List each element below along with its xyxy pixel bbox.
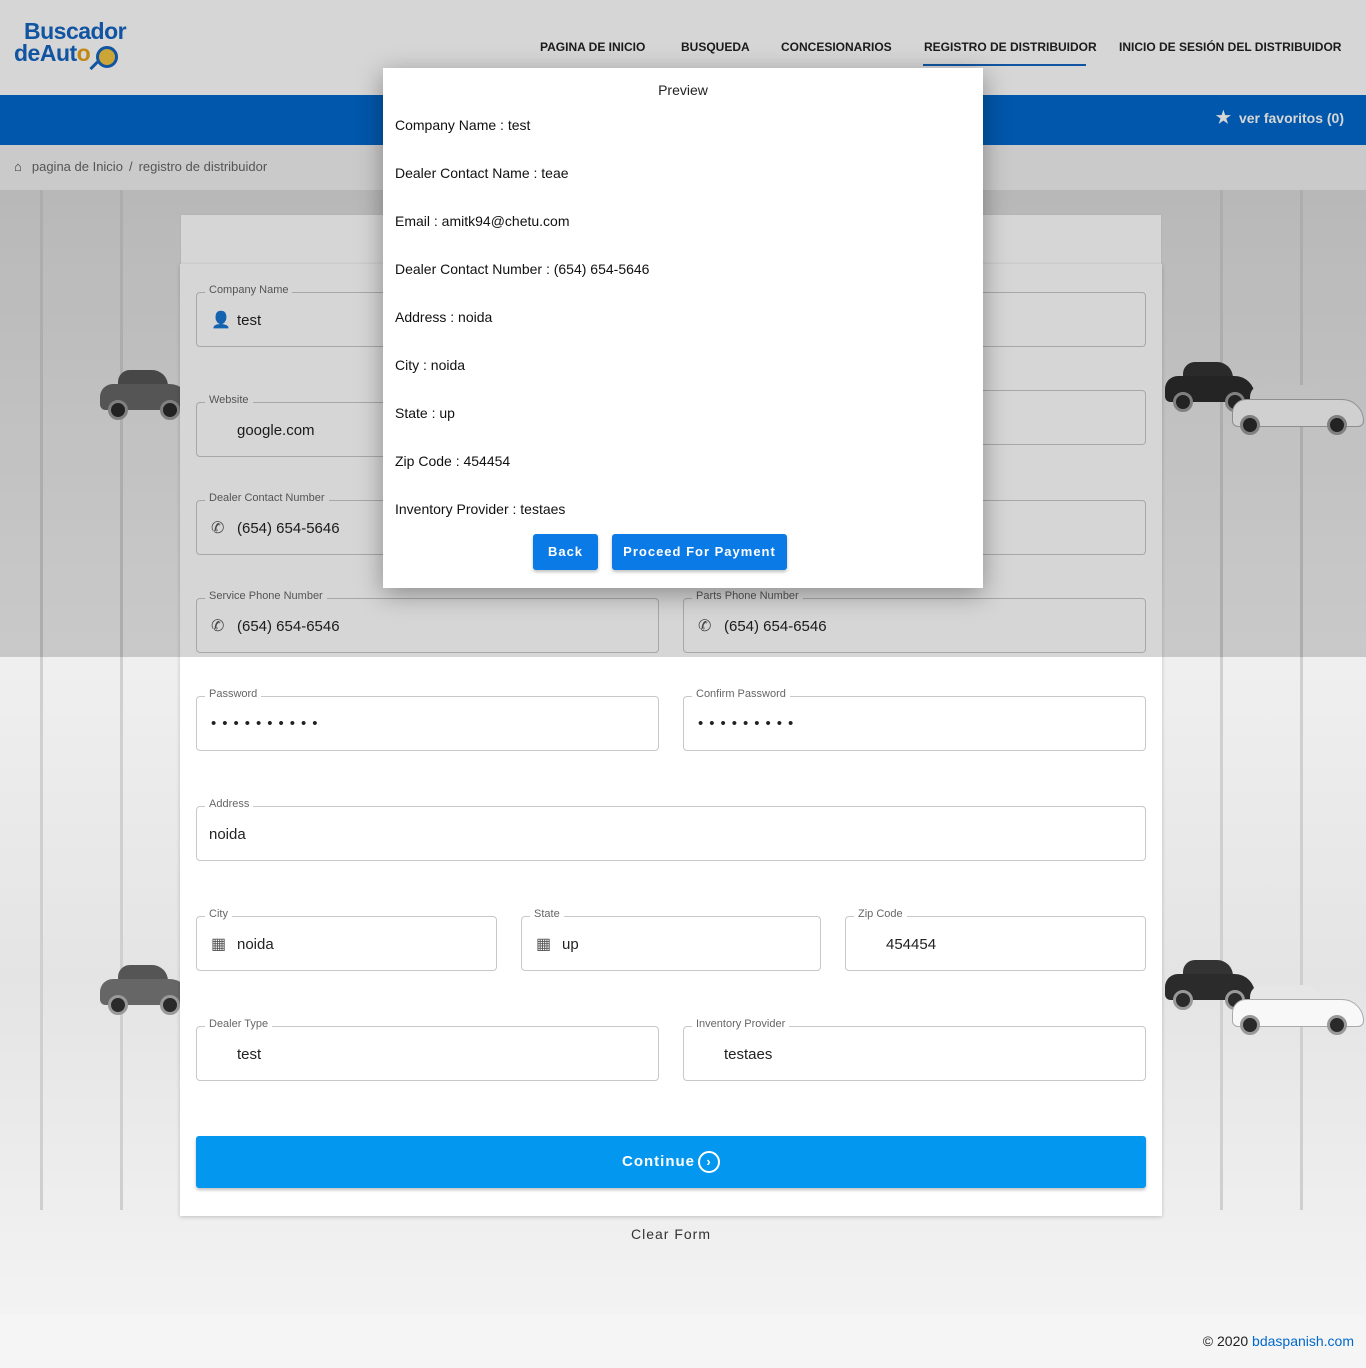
preview-row: Zip Code : 454454 (395, 453, 511, 469)
inventory-provider-field[interactable]: Inventory Provider testaes (683, 1018, 1146, 1081)
address-field[interactable]: Address noida (196, 798, 1146, 861)
site-link[interactable]: bdaspanish.com (1252, 1333, 1354, 1349)
field-label: Inventory Provider (692, 1018, 790, 1030)
copyright-text: © 2020 (1202, 1333, 1249, 1349)
field-label: Dealer Type (205, 1018, 273, 1030)
site-footer (0, 1315, 1366, 1368)
field-label: Address (205, 798, 254, 810)
field-value: noida (209, 826, 246, 843)
preview-row: State : up (395, 405, 455, 421)
field-value: up (562, 936, 579, 953)
chevron-right-icon: › (698, 1151, 720, 1174)
continue-button[interactable]: Continue › (196, 1136, 1146, 1188)
car-image (1232, 985, 1364, 1035)
preview-row: Inventory Provider : testaes (395, 501, 566, 517)
field-value: noida (237, 936, 274, 953)
field-label: Password (205, 688, 262, 700)
dealer-type-field[interactable]: Dealer Type test (196, 1018, 659, 1081)
field-value: ••••••••• (698, 715, 800, 732)
field-label: Zip Code (854, 908, 907, 920)
preview-row: Address : noida (395, 309, 493, 325)
field-label: City (205, 908, 232, 920)
preview-row: Dealer Contact Name : teae (395, 165, 569, 181)
field-value: testaes (724, 1046, 773, 1063)
password-field[interactable]: Password •••••••••• (196, 688, 659, 751)
back-button[interactable]: Back (533, 534, 598, 570)
field-label: Confirm Password (692, 688, 790, 700)
field-value: •••••••••• (211, 715, 324, 732)
confirm-password-field[interactable]: Confirm Password ••••••••• (683, 688, 1146, 751)
preview-row: City : noida (395, 357, 466, 373)
proceed-payment-button[interactable]: Proceed For Payment (612, 534, 787, 570)
map-icon: ▦ (211, 936, 227, 953)
map-icon: ▦ (536, 936, 552, 953)
preview-row: Company Name : test (395, 117, 531, 133)
field-value: test (237, 1046, 262, 1063)
preview-title: Preview (658, 82, 708, 98)
preview-row: Dealer Contact Number : (654) 654-5646 (395, 261, 650, 277)
continue-label: Continue (622, 1153, 695, 1170)
city-field[interactable]: City ▦ noida (196, 908, 497, 971)
state-field[interactable]: State ▦ up (521, 908, 821, 971)
field-value: 454454 (886, 936, 937, 953)
zip-code-field[interactable]: Zip Code 454454 (845, 908, 1146, 971)
preview-row: Email : amitk94@chetu.com (395, 213, 570, 229)
preview-modal: Preview Company Name : test Dealer Conta… (383, 68, 983, 588)
copyright: © 2020 bdaspanish.com (1203, 1333, 1354, 1349)
car-image (100, 965, 190, 1015)
clear-form-link[interactable]: Clear Form (0, 1226, 1342, 1242)
field-label: State (530, 908, 564, 920)
